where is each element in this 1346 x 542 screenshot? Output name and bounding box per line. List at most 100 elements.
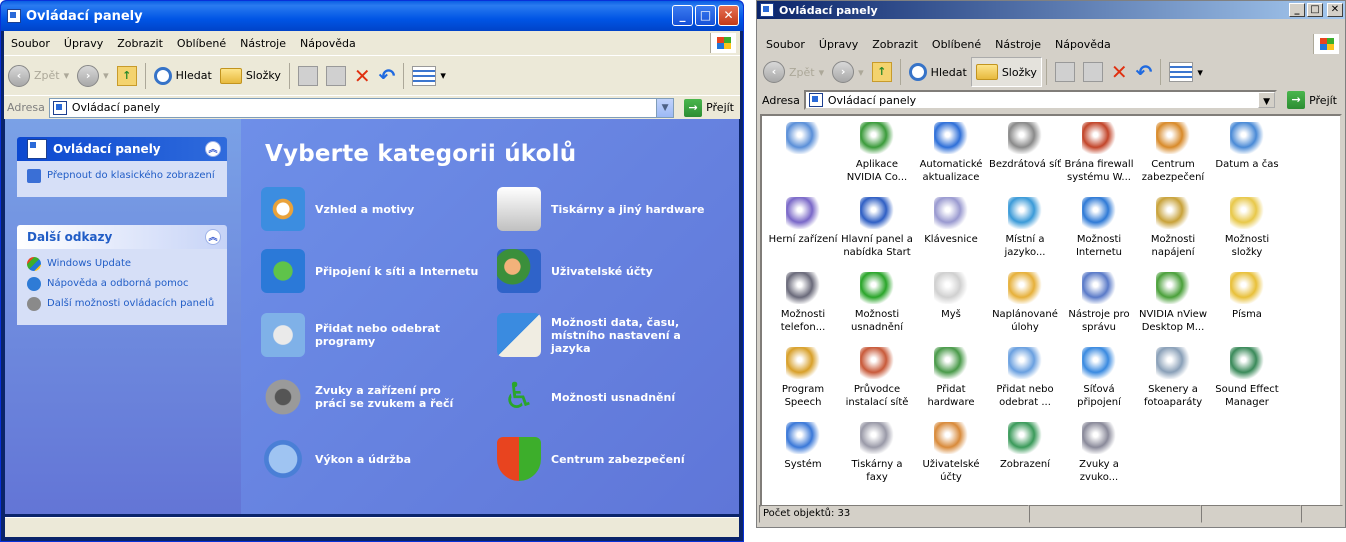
go-button[interactable]: → Přejít	[1281, 91, 1343, 109]
views-button[interactable]: ▾	[408, 61, 450, 91]
control-panel-box-header[interactable]: Ovládací panely ︽	[17, 137, 227, 161]
folders-button[interactable]: Složky	[216, 61, 285, 91]
menu-favorites[interactable]: Oblíbené	[170, 37, 233, 50]
maximize-button[interactable]: □	[695, 5, 716, 26]
help-icon	[27, 277, 41, 291]
resize-grip[interactable]	[1301, 505, 1343, 523]
control-panel-item[interactable]: NVIDIA nView Desktop M...	[1136, 268, 1210, 343]
control-panel-item[interactable]: Program Speech	[766, 343, 840, 418]
maximize-button[interactable]: □	[1307, 3, 1323, 17]
category-network[interactable]: Připojení k síti a Internetu	[261, 249, 478, 293]
dropdown-arrow-icon[interactable]: ▼	[1258, 92, 1276, 108]
control-panel-item[interactable]: Naplánované úlohy	[988, 268, 1062, 343]
control-panel-item[interactable]: Datum a čas	[1210, 118, 1284, 193]
close-button[interactable]: ✕	[718, 5, 739, 26]
category-sounds[interactable]: Zvuky a zařízení pro práci se zvukem a ř…	[261, 375, 461, 419]
delete-button[interactable]: ✕	[1107, 57, 1132, 87]
menu-view[interactable]: Zobrazit	[110, 37, 170, 50]
category-performance[interactable]: Výkon a údržba	[261, 437, 411, 481]
control-panel-item[interactable]: Uživatelské účty	[914, 418, 988, 493]
control-panel-item[interactable]: Možnosti telefon...	[766, 268, 840, 343]
menu-tools[interactable]: Nástroje	[988, 38, 1048, 51]
up-button[interactable]: ↑	[868, 57, 896, 87]
menu-edit[interactable]: Úpravy	[57, 37, 110, 50]
menu-edit[interactable]: Úpravy	[812, 38, 865, 51]
control-panel-item[interactable]: Možnosti složky	[1210, 193, 1284, 268]
windows-update-link[interactable]: Windows Update	[27, 257, 217, 271]
minimize-button[interactable]: _	[1289, 3, 1305, 17]
switch-classic-view-link[interactable]: Přepnout do klasického zobrazení	[27, 169, 217, 183]
views-button[interactable]: ▾	[1165, 57, 1207, 87]
more-links-header[interactable]: Další odkazy ︽	[17, 225, 227, 249]
address-field[interactable]: Ovládací panely ▼	[48, 97, 675, 118]
control-panel-item[interactable]: Přidat nebo odebrat ...	[988, 343, 1062, 418]
control-panel-item[interactable]: Systém	[766, 418, 840, 493]
category-appearance[interactable]: Vzhled a motivy	[261, 187, 414, 231]
control-panel-item[interactable]: Místní a jazyko...	[988, 193, 1062, 268]
forward-button[interactable]: › ▾	[828, 57, 868, 87]
control-panel-item[interactable]: Přidat hardware	[914, 343, 988, 418]
move-to-button[interactable]	[294, 61, 322, 91]
category-printers[interactable]: Tiskárny a jiný hardware	[497, 187, 704, 231]
category-security-center[interactable]: Centrum zabezpečení	[497, 437, 685, 481]
go-button[interactable]: → Přejít	[678, 98, 740, 117]
delete-button[interactable]: ✕	[350, 61, 375, 91]
undo-button[interactable]: ↶	[375, 61, 400, 91]
control-panel-item[interactable]: Možnosti Internetu	[1062, 193, 1136, 268]
control-panel-item[interactable]: Zvuky a zvuko...	[1062, 418, 1136, 493]
category-accessibility[interactable]: ♿ Možnosti usnadnění	[497, 375, 675, 419]
control-panel-item[interactable]: Zobrazení	[988, 418, 1062, 493]
back-button[interactable]: ‹ Zpět ▾	[4, 61, 73, 91]
title-bar[interactable]: Ovládací panely _ □ ✕	[1, 1, 743, 31]
dropdown-arrow-icon[interactable]: ▼	[656, 98, 674, 117]
menu-file[interactable]: Soubor	[759, 38, 812, 51]
control-panel-item[interactable]	[766, 118, 840, 193]
control-panel-item[interactable]: Myš	[914, 268, 988, 343]
control-panel-item[interactable]: Centrum zabezpečení	[1136, 118, 1210, 193]
control-panel-item[interactable]: Písma	[1210, 268, 1284, 343]
help-support-link[interactable]: Nápověda a odborná pomoc	[27, 277, 217, 291]
search-button[interactable]: Hledat	[905, 57, 971, 87]
control-panel-item[interactable]: Skenery a fotoaparáty	[1136, 343, 1210, 418]
move-to-button[interactable]	[1051, 57, 1079, 87]
undo-button[interactable]: ↶	[1132, 57, 1157, 87]
more-options-link[interactable]: Další možnosti ovládacích panelů	[27, 297, 217, 311]
address-field[interactable]: Ovládací panely ▼	[803, 90, 1278, 110]
control-panel-item[interactable]: Automatické aktualizace	[914, 118, 988, 193]
control-panel-item-icon	[786, 122, 820, 154]
control-panel-item[interactable]: Herní zařízení	[766, 193, 840, 268]
control-panel-item[interactable]: Brána firewall systému W...	[1062, 118, 1136, 193]
category-date-region[interactable]: Možnosti data, času, místního nastavení …	[497, 313, 719, 357]
menu-help[interactable]: Nápověda	[1048, 38, 1118, 51]
category-add-remove[interactable]: Přidat nebo odebrat programy	[261, 313, 461, 357]
control-panel-item[interactable]: Možnosti napájení	[1136, 193, 1210, 268]
control-panel-item[interactable]: Nástroje pro správu	[1062, 268, 1136, 343]
search-button[interactable]: Hledat	[150, 61, 216, 91]
up-button[interactable]: ↑	[113, 61, 141, 91]
control-panel-item[interactable]: Bezdrátová síť	[988, 118, 1062, 193]
close-button[interactable]: ✕	[1327, 3, 1343, 17]
menu-file[interactable]: Soubor	[4, 37, 57, 50]
control-panel-item[interactable]: Síťová připojení	[1062, 343, 1136, 418]
control-panel-item[interactable]: Možnosti usnadnění	[840, 268, 914, 343]
control-panel-item[interactable]: Sound Effect Manager	[1210, 343, 1284, 418]
control-panel-item[interactable]: Tiskárny a faxy	[840, 418, 914, 493]
back-button[interactable]: ‹ Zpět ▾	[759, 57, 828, 87]
control-panel-item[interactable]: Průvodce instalací sítě	[840, 343, 914, 418]
menu-tools[interactable]: Nástroje	[233, 37, 293, 50]
menu-favorites[interactable]: Oblíbené	[925, 38, 988, 51]
menu-view[interactable]: Zobrazit	[865, 38, 925, 51]
collapse-icon[interactable]: ︽	[205, 141, 221, 157]
copy-to-button[interactable]	[1079, 57, 1107, 87]
control-panel-item[interactable]: Aplikace NVIDIA Co...	[840, 118, 914, 193]
forward-button[interactable]: › ▾	[73, 61, 113, 91]
title-bar[interactable]: Ovládací panely _ □ ✕	[757, 1, 1345, 19]
collapse-icon[interactable]: ︽	[205, 229, 221, 245]
folders-button[interactable]: Složky	[970, 57, 1042, 87]
menu-help[interactable]: Nápověda	[293, 37, 363, 50]
control-panel-item[interactable]: Klávesnice	[914, 193, 988, 268]
minimize-button[interactable]: _	[672, 5, 693, 26]
copy-to-button[interactable]	[322, 61, 350, 91]
control-panel-item[interactable]: Hlavní panel a nabídka Start	[840, 193, 914, 268]
category-user-accounts[interactable]: Uživatelské účty	[497, 249, 653, 293]
